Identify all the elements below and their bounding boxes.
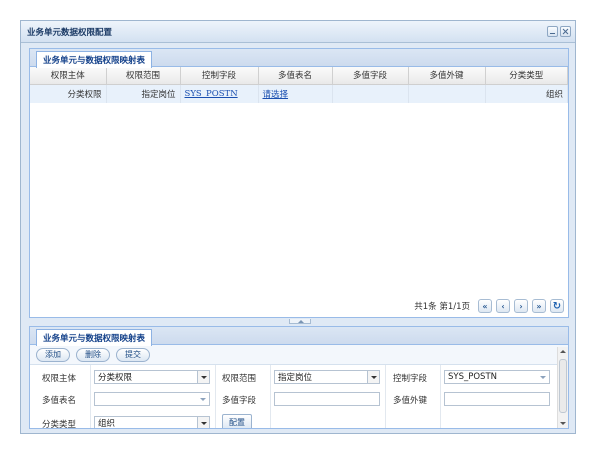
cell-multi-table-link[interactable]: 请选择 <box>258 84 333 103</box>
column-header[interactable]: 多值外键 <box>408 67 486 85</box>
category-label: 分类类型 <box>42 420 77 429</box>
column-header[interactable]: 多值字段 <box>332 67 409 85</box>
subject-value: 分类权限 <box>98 373 133 383</box>
refresh-icon[interactable]: ↻ <box>550 299 564 313</box>
cell-scope: 指定岗位 <box>106 84 181 103</box>
last-page-button[interactable]: » <box>532 299 546 313</box>
grid-empty-area <box>30 103 568 303</box>
page-summary: 共1条 第1/1页 <box>414 302 470 312</box>
control-field-value: SYS_POSTN <box>448 372 497 382</box>
mapping-grid: 权限主体 权限范围 控制字段 多值表名 多值字段 多值外键 分类类型 分类权限 … <box>30 67 568 103</box>
panel-splitter-collapse[interactable] <box>289 319 311 324</box>
column-header[interactable]: 控制字段 <box>180 67 259 85</box>
submit-button[interactable]: 提交 <box>116 347 150 362</box>
scroll-down-icon[interactable] <box>560 422 566 425</box>
multi-table-select[interactable] <box>94 392 210 406</box>
cell-subject: 分类权限 <box>30 84 107 103</box>
category-select[interactable]: 组织 <box>94 416 210 429</box>
grid-tabstrip: 业务单元与数据权限映射表 <box>30 49 568 68</box>
chevron-down-icon[interactable] <box>197 417 209 428</box>
delete-button[interactable]: 删除 <box>76 347 110 362</box>
mapping-grid-panel: 业务单元与数据权限映射表 权限主体 权限范围 控制字段 多值表名 多值字段 多值… <box>29 48 569 318</box>
category-value: 组织 <box>98 419 116 429</box>
scroll-up-icon[interactable] <box>560 350 566 353</box>
cell-category: 组织 <box>485 84 568 103</box>
cell-multi-field <box>332 84 409 103</box>
column-header[interactable]: 权限主体 <box>30 67 107 85</box>
column-header[interactable]: 分类类型 <box>485 67 568 85</box>
column-header[interactable]: 权限范围 <box>106 67 181 85</box>
chevron-down-icon[interactable] <box>367 371 379 383</box>
first-page-button[interactable]: « <box>478 299 492 313</box>
chevron-down-icon[interactable] <box>537 371 549 383</box>
chevron-down-icon[interactable] <box>197 393 209 405</box>
form-row: 权限主体 分类权限 权限范围 指定岗位 控制字段 SYS_POSTN <box>30 369 556 391</box>
tab-mapping-form[interactable]: 业务单元与数据权限映射表 <box>36 329 153 346</box>
scope-value: 指定岗位 <box>278 373 313 383</box>
pagination-bar: 共1条 第1/1页 « ‹ › » ↻ <box>414 299 564 313</box>
multi-field-input[interactable] <box>274 392 380 406</box>
multi-fk-input[interactable] <box>444 392 550 406</box>
multi-field-label: 多值字段 <box>222 396 257 406</box>
form-scrollbar[interactable] <box>557 347 568 428</box>
multi-table-label: 多值表名 <box>42 396 77 406</box>
mapping-form-panel: 业务单元与数据权限映射表 添加 删除 提交 权限主体 分类权限 权限范围 指定岗… <box>29 326 569 429</box>
scrollbar-thumb[interactable] <box>559 359 567 413</box>
table-row[interactable]: 分类权限 指定岗位 SYS_POSTN 请选择 组织 <box>30 84 568 103</box>
multi-fk-label: 多值外键 <box>393 396 428 406</box>
form-toolbar: 添加 删除 提交 <box>30 345 568 365</box>
form-row: 分类类型 组织 配置 <box>30 413 556 429</box>
config-window: 业务单元数据权限配置 业务单元与数据权限映射表 权限主体 权限范围 控制字段 多… <box>20 20 576 434</box>
cell-multi-fk <box>408 84 486 103</box>
tab-mapping-grid[interactable]: 业务单元与数据权限映射表 <box>36 51 153 68</box>
column-header[interactable]: 多值表名 <box>258 67 333 85</box>
control-field-label: 控制字段 <box>393 374 428 384</box>
prev-page-button[interactable]: ‹ <box>496 299 510 313</box>
form-tabstrip: 业务单元与数据权限映射表 <box>30 327 568 346</box>
form-row: 多值表名 多值字段 多值外键 <box>30 391 556 413</box>
subject-select[interactable]: 分类权限 <box>94 370 210 384</box>
control-field-select[interactable]: SYS_POSTN <box>444 370 550 384</box>
config-button[interactable]: 配置 <box>222 414 252 428</box>
window-titlebar: 业务单元数据权限配置 <box>21 21 575 43</box>
grid-header-row: 权限主体 权限范围 控制字段 多值表名 多值字段 多值外键 分类类型 <box>30 67 568 85</box>
minimize-icon[interactable] <box>547 26 558 37</box>
scope-select[interactable]: 指定岗位 <box>274 370 380 384</box>
close-icon[interactable] <box>560 26 571 37</box>
chevron-down-icon[interactable] <box>197 371 209 383</box>
add-button[interactable]: 添加 <box>36 347 70 362</box>
next-page-button[interactable]: › <box>514 299 528 313</box>
window-title: 业务单元数据权限配置 <box>27 27 113 38</box>
scope-label: 权限范围 <box>222 374 257 384</box>
cell-control-field-link[interactable]: SYS_POSTN <box>180 84 259 103</box>
subject-label: 权限主体 <box>42 374 77 384</box>
